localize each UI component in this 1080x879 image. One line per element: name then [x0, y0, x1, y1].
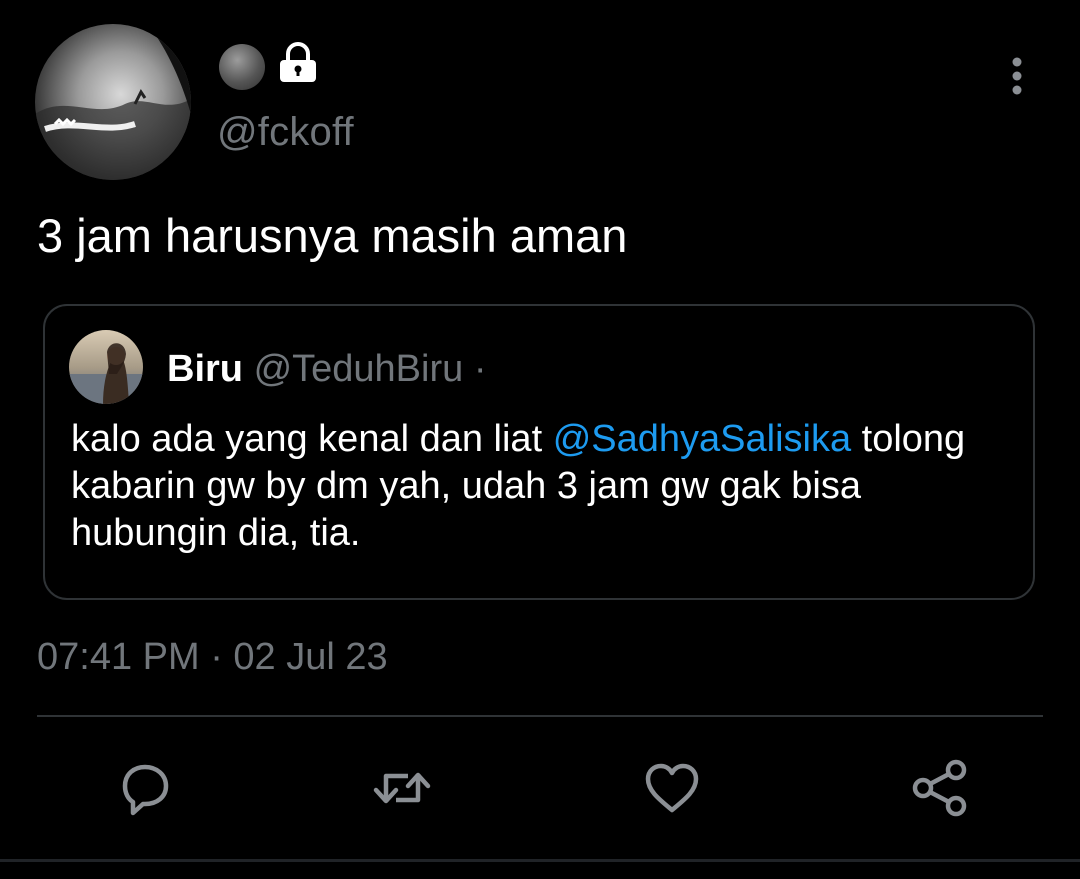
retweet-icon: [373, 772, 431, 804]
quote-separator: ·: [473, 348, 487, 390]
quote-author-name[interactable]: Biru: [167, 348, 243, 390]
retweet-button[interactable]: [372, 758, 432, 818]
bottom-divider: [0, 859, 1080, 862]
quoted-tweet[interactable]: Biru @TeduhBiru · kalo ada yang kenal da…: [43, 304, 1035, 600]
quote-avatar[interactable]: [69, 330, 143, 404]
grey-circle-icon: [219, 44, 265, 90]
quote-header: Biru @TeduhBiru ·: [167, 348, 486, 391]
like-button[interactable]: [642, 758, 702, 818]
share-icon: [912, 759, 967, 817]
reply-button[interactable]: [115, 758, 175, 818]
tweet-text: 3 jam harusnya masih aman: [37, 209, 628, 262]
quote-body-text: kalo ada yang kenal dan liat: [71, 418, 553, 460]
author-handle[interactable]: @fckoff: [217, 110, 354, 155]
quote-body: kalo ada yang kenal dan liat @SadhyaSali…: [71, 416, 1011, 557]
heart-icon: [645, 763, 699, 813]
quote-author-handle[interactable]: @TeduhBiru: [254, 348, 464, 390]
author-avatar[interactable]: [35, 24, 191, 180]
mention-link[interactable]: @SadhyaSalisika: [553, 418, 851, 460]
reply-icon: [122, 764, 169, 816]
more-options-icon[interactable]: [1003, 54, 1031, 100]
divider: [37, 715, 1043, 717]
share-button[interactable]: [910, 758, 970, 818]
tweet-timestamp[interactable]: 07:41 PM · 02 Jul 23: [37, 636, 388, 679]
lock-icon: [276, 40, 320, 84]
